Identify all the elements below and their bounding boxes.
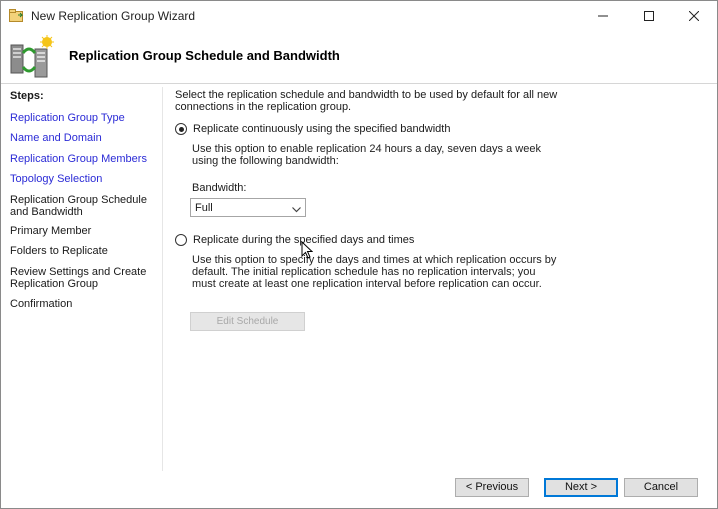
- maximize-icon: [644, 11, 654, 21]
- bandwidth-label: Bandwidth:: [192, 182, 247, 194]
- edit-schedule-button: Edit Schedule: [190, 312, 305, 331]
- title-bar: New Replication Group Wizard: [1, 1, 717, 31]
- page-title: Replication Group Schedule and Bandwidth: [69, 48, 340, 63]
- next-button[interactable]: Next >: [544, 478, 618, 497]
- step-name-and-domain[interactable]: Name and Domain: [10, 132, 155, 144]
- step-folders-to-replicate: Folders to Replicate: [10, 245, 108, 257]
- maximize-button[interactable]: [626, 1, 672, 31]
- step-review-settings: Review Settings and Create Replication G…: [10, 266, 147, 290]
- close-icon: [689, 11, 699, 21]
- step-replication-group-type[interactable]: Replication Group Type: [10, 112, 155, 124]
- step-primary-member: Primary Member: [10, 225, 92, 237]
- wizard-app-icon: [9, 9, 25, 23]
- header-divider: [1, 83, 717, 84]
- page-description: Select the replication schedule and band…: [175, 89, 558, 113]
- window-title: New Replication Group Wizard: [31, 9, 196, 23]
- wizard-header: Replication Group Schedule and Bandwidth: [1, 31, 717, 83]
- bandwidth-select[interactable]: Full: [190, 198, 306, 217]
- close-button[interactable]: [671, 1, 717, 31]
- step-replication-group-members[interactable]: Replication Group Members: [10, 153, 155, 165]
- continuous-replication-info: Use this option to enable replication 24…: [192, 143, 541, 167]
- mouse-cursor-icon: [301, 240, 314, 262]
- server-replication-icon: [9, 35, 55, 81]
- previous-button[interactable]: < Previous: [455, 478, 529, 497]
- steps-heading: Steps:: [10, 90, 44, 102]
- continuous-replication-radio[interactable]: [175, 123, 187, 135]
- scheduled-replication-radio[interactable]: [175, 234, 187, 246]
- scheduled-replication-info: Use this option to specify the days and …: [192, 254, 557, 290]
- wizard-window: New Replication Group Wizard Replication…: [0, 0, 718, 509]
- chevron-down-icon: [292, 204, 301, 216]
- minimize-icon: [598, 15, 608, 17]
- cancel-button[interactable]: Cancel: [624, 478, 698, 497]
- minimize-button[interactable]: [580, 1, 626, 31]
- step-topology-selection[interactable]: Topology Selection: [10, 173, 155, 185]
- bandwidth-value: Full: [195, 202, 213, 214]
- step-schedule-and-bandwidth-current: Replication Group Schedule and Bandwidth: [10, 194, 147, 218]
- step-confirmation: Confirmation: [10, 298, 73, 310]
- sidebar-divider: [162, 87, 163, 471]
- continuous-replication-label[interactable]: Replicate continuously using the specifi…: [193, 123, 450, 135]
